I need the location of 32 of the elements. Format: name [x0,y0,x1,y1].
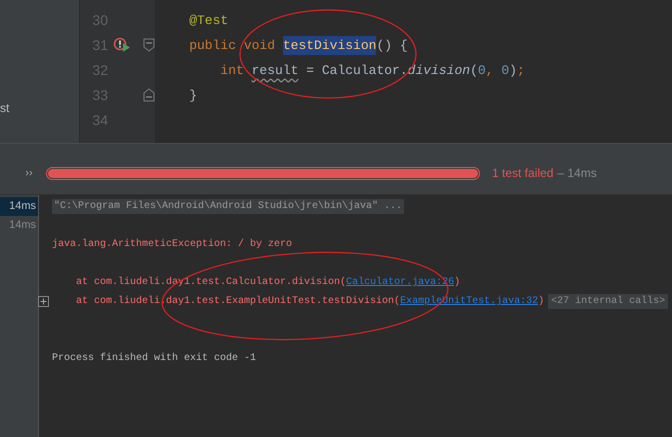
fold-icon[interactable] [143,38,155,52]
duration-text: – 14ms [557,165,597,182]
test-tree-item[interactable]: 14ms [0,197,38,216]
code-token: testDivision [282,36,376,56]
paren-text: ) [538,294,544,309]
code-token: () { [376,36,408,55]
code-token: = Calculator. [305,62,408,80]
code-token: 0 [501,62,510,80]
status-text: 1 test failed [492,165,554,182]
code-token: ; [516,62,525,80]
code-token: ) [509,62,517,80]
exit-message: Process finished with exit code -1 [52,352,256,366]
test-tree-item[interactable]: 14ms [0,216,38,235]
code-token: } [188,86,198,105]
code-token: 0 [478,62,486,80]
exception-text: java.lang.ArithmeticException: / by zero [52,238,292,252]
fold-icon[interactable] [143,88,155,102]
code-token: ( [470,62,478,80]
more-button[interactable]: ›› [22,164,36,182]
failed-test-run-icon[interactable] [113,37,131,53]
code-token: void [244,36,276,55]
internal-calls-fold[interactable]: <27 internal calls> [548,294,668,309]
code-token: division [408,62,470,80]
code-token: result [252,62,298,80]
code-token: public [188,36,238,55]
paren-text: ) [454,276,460,290]
command-line-text[interactable]: "C:\Program Files\Android\Android Studio\jre\bin\java" ... [52,199,404,214]
code-token: int [219,62,245,80]
code-token: @Test [188,12,228,30]
code-token: , [486,62,495,80]
expand-icon[interactable] [38,296,49,307]
project-item-label[interactable]: st [0,99,79,117]
